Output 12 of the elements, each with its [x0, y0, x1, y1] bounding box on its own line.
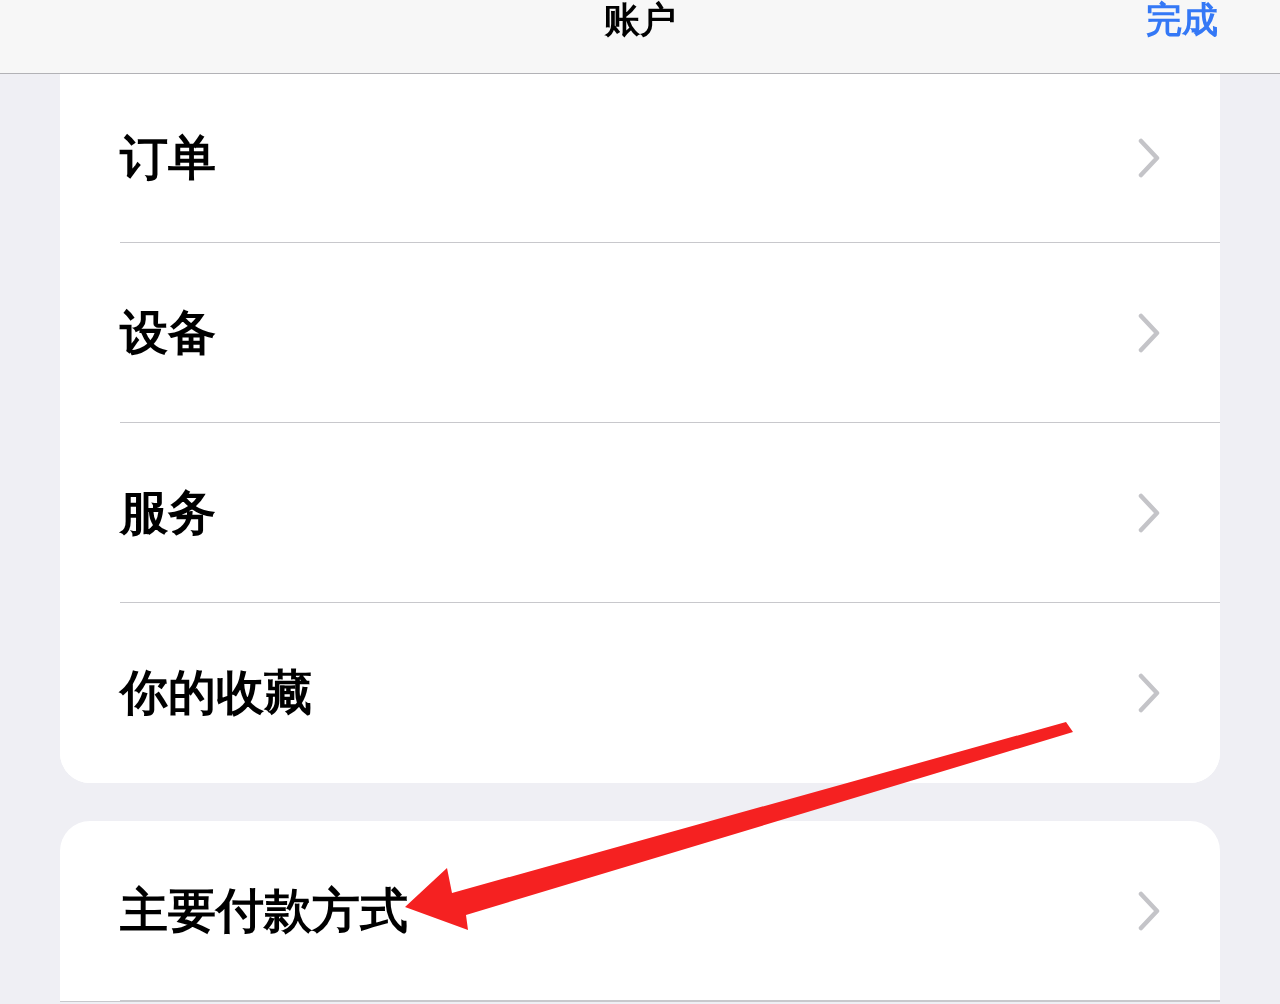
chevron-right-icon: [1138, 138, 1160, 178]
chevron-right-icon: [1138, 312, 1160, 353]
chevron-right-icon: [1138, 673, 1160, 713]
row-label: 你的收藏: [120, 669, 313, 717]
chevron-right-icon: [1138, 890, 1160, 931]
row-label: 设备: [120, 308, 217, 357]
row-label: 服务: [120, 488, 217, 537]
done-button[interactable]: 完成: [1146, 2, 1218, 38]
row-label: 主要付款方式: [120, 886, 409, 935]
row-label: 订单: [120, 134, 217, 182]
chevron-right-icon: [1138, 492, 1160, 533]
nav-title: 账户: [604, 2, 676, 38]
